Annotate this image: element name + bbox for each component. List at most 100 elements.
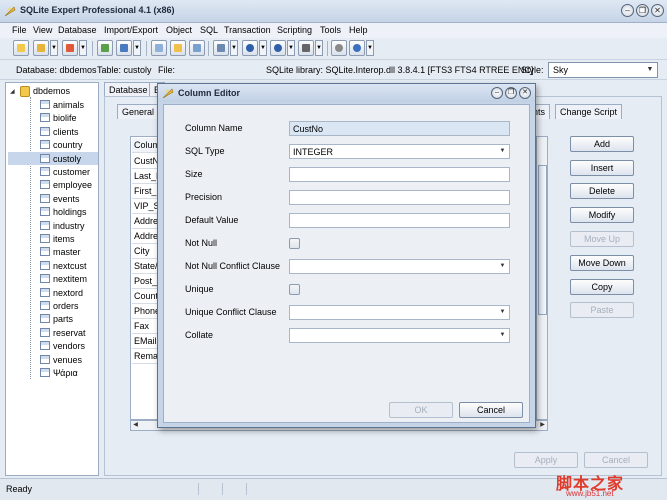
tree-item[interactable]: biolife: [8, 111, 98, 124]
size-input[interactable]: [289, 167, 510, 182]
run-button[interactable]: [242, 40, 258, 56]
grid-view-button[interactable]: [170, 40, 186, 56]
open-dropdown[interactable]: ▼: [50, 40, 58, 56]
dialog-minimize-button[interactable]: –: [491, 87, 503, 99]
tree-item[interactable]: parts: [8, 312, 98, 325]
tree-item[interactable]: nextord: [8, 286, 98, 299]
menu-object[interactable]: Object: [166, 25, 192, 35]
new-database-button[interactable]: [13, 40, 29, 56]
copy-button[interactable]: Copy: [570, 279, 634, 295]
table-row[interactable]: First_N: [132, 184, 160, 199]
add-button[interactable]: Add: [570, 136, 634, 152]
open-database-button[interactable]: [33, 40, 49, 56]
table-row[interactable]: EMail: [132, 334, 160, 349]
dialog-close-button[interactable]: ✕: [519, 87, 531, 99]
menu-help[interactable]: Help: [349, 25, 368, 35]
table-row[interactable]: City: [132, 244, 160, 259]
tree-item[interactable]: holdings: [8, 205, 98, 218]
table-row[interactable]: Addre: [132, 214, 160, 229]
tab-change-script[interactable]: Change Script: [555, 104, 623, 119]
stop-button[interactable]: [298, 40, 314, 56]
paste-button[interactable]: Paste: [570, 302, 634, 318]
scrollbar-thumb[interactable]: [538, 165, 547, 315]
unique-conflict-select[interactable]: ▼: [289, 305, 510, 320]
close-database-button[interactable]: [62, 40, 78, 56]
column-name-input[interactable]: CustNo: [289, 121, 510, 136]
tree-item[interactable]: nextitem: [8, 272, 98, 285]
menu-file[interactable]: File: [12, 25, 27, 35]
step-button[interactable]: [270, 40, 286, 56]
tree-item[interactable]: industry: [8, 219, 98, 232]
tree-item[interactable]: custoly: [8, 151, 98, 165]
tree-item[interactable]: employee: [8, 178, 98, 191]
menu-transaction[interactable]: Transaction: [224, 25, 271, 35]
tree-item[interactable]: Ψάρια: [8, 366, 98, 379]
help-dropdown[interactable]: ▼: [366, 40, 374, 56]
tree-item[interactable]: country: [8, 138, 98, 151]
insert-button[interactable]: Insert: [570, 160, 634, 176]
grid-header-column[interactable]: Colum: [132, 138, 160, 153]
tree-item[interactable]: items: [8, 232, 98, 245]
dialog-restore-button[interactable]: ❐: [505, 87, 517, 99]
precision-input[interactable]: [289, 190, 510, 205]
table-row[interactable]: Count: [132, 289, 160, 304]
table-row[interactable]: State/: [132, 259, 160, 274]
run-dropdown[interactable]: ▼: [259, 40, 267, 56]
table-row[interactable]: VIP_St: [132, 199, 160, 214]
sql-view-button[interactable]: [189, 40, 205, 56]
help-button[interactable]: [349, 40, 365, 56]
modify-button[interactable]: Modify: [570, 207, 634, 223]
close-dropdown[interactable]: ▼: [79, 40, 87, 56]
tree-item[interactable]: clients: [8, 125, 98, 138]
menu-sql[interactable]: SQL: [200, 25, 218, 35]
tree-item[interactable]: customer: [8, 165, 98, 178]
menu-import-export[interactable]: Import/Export: [104, 25, 158, 35]
delete-button[interactable]: Delete: [570, 183, 634, 199]
step-dropdown[interactable]: ▼: [287, 40, 295, 56]
stop-dropdown[interactable]: ▼: [315, 40, 323, 56]
tree-item[interactable]: venues: [8, 353, 98, 366]
sql-type-select[interactable]: INTEGER ▼: [289, 144, 510, 159]
move-down-button[interactable]: Move Down: [570, 255, 634, 271]
minimize-button[interactable]: –: [621, 4, 634, 17]
unique-checkbox[interactable]: [289, 284, 300, 295]
settings-button[interactable]: [331, 40, 347, 56]
tree-item[interactable]: nextcust: [8, 259, 98, 272]
apply-button[interactable]: Apply: [514, 452, 578, 468]
collate-select[interactable]: ▼: [289, 328, 510, 343]
close-button[interactable]: ✕: [651, 4, 664, 17]
tree-item[interactable]: master: [8, 245, 98, 258]
transaction-dropdown[interactable]: ▼: [230, 40, 238, 56]
table-row[interactable]: Post_C: [132, 274, 160, 289]
tree-item[interactable]: reservat: [8, 326, 98, 339]
database-tree[interactable]: ◢ dbdemos animals biolife clients country cu…: [5, 82, 99, 476]
export-button[interactable]: [116, 40, 132, 56]
grid-vertical-scrollbar[interactable]: [536, 136, 548, 420]
tree-item[interactable]: vendors: [8, 339, 98, 352]
dialog-title-bar[interactable]: Column Editor – ❐ ✕: [158, 84, 535, 102]
menu-scripting[interactable]: Scripting: [277, 25, 312, 35]
table-row[interactable]: Fax: [132, 319, 160, 334]
dialog-ok-button[interactable]: OK: [389, 402, 453, 418]
not-null-conflict-select[interactable]: ▼: [289, 259, 510, 274]
table-row[interactable]: Phone: [132, 304, 160, 319]
tree-item[interactable]: animals: [8, 98, 98, 111]
transaction-button[interactable]: [213, 40, 229, 56]
style-select[interactable]: Sky ▼: [548, 62, 658, 78]
scroll-right-icon[interactable]: ▶: [538, 421, 547, 430]
table-row[interactable]: Last_N: [132, 169, 160, 184]
menu-tools[interactable]: Tools: [320, 25, 341, 35]
import-button[interactable]: [97, 40, 113, 56]
menu-database[interactable]: Database: [58, 25, 97, 35]
dialog-cancel-button[interactable]: Cancel: [459, 402, 523, 418]
collapse-icon[interactable]: ◢: [10, 88, 17, 95]
restore-button[interactable]: ❐: [636, 4, 649, 17]
export-dropdown[interactable]: ▼: [133, 40, 141, 56]
move-up-button[interactable]: Move Up: [570, 231, 634, 247]
tree-item[interactable]: orders: [8, 299, 98, 312]
table-row[interactable]: CustN: [132, 154, 160, 169]
menu-view[interactable]: View: [33, 25, 52, 35]
scroll-left-icon[interactable]: ◀: [131, 421, 140, 430]
tab-database[interactable]: Database: [104, 82, 153, 96]
table-row[interactable]: Remar: [132, 349, 160, 364]
